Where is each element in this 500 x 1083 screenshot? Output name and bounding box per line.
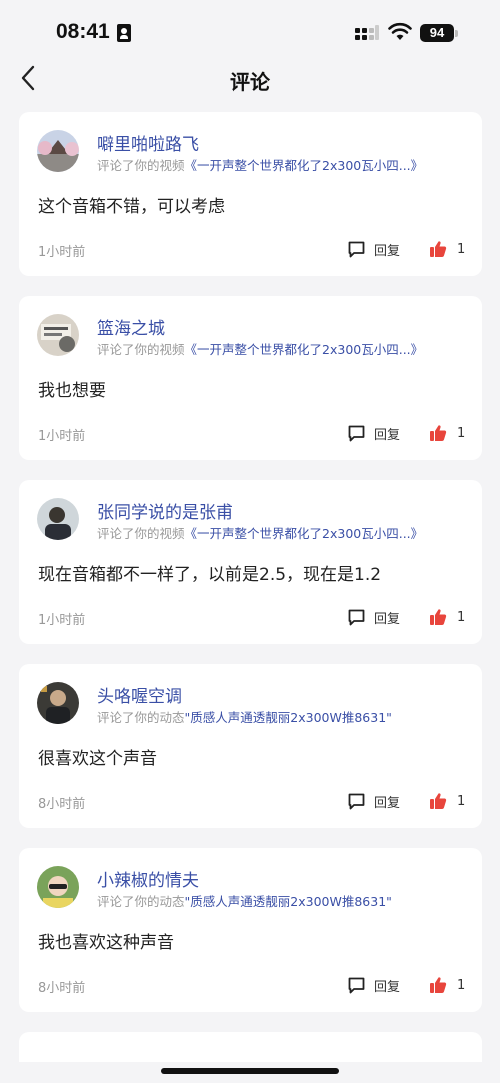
- page-title: 评论: [230, 70, 270, 94]
- activity-prefix: 评论了你的视频: [97, 342, 185, 357]
- reply-label: 回复: [374, 611, 401, 627]
- comment-card[interactable]: 篮海之城 评论了你的视频《一开声整个世界都化了2x300瓦小四...》 我也想要…: [19, 296, 482, 460]
- battery-icon: 94: [420, 24, 454, 42]
- post-link[interactable]: "质感人声通透靓丽2x300W推8631": [185, 894, 392, 909]
- reply-icon: [348, 241, 365, 257]
- reply-label: 回复: [374, 979, 401, 995]
- activity-line: 评论了你的视频《一开声整个世界都化了2x300瓦小四...》: [97, 523, 423, 542]
- thumbs-up-icon: [430, 793, 447, 809]
- activity-line: 评论了你的动态"质感人声通透靓丽2x300W推8631": [97, 891, 392, 910]
- like-count: 1: [457, 425, 466, 441]
- status-time: 08:41: [56, 20, 110, 43]
- status-bar: 08:41 94: [0, 0, 500, 62]
- comment-list: 噼里啪啦路飞 评论了你的视频《一开声整个世界都化了2x300瓦小四...》 这个…: [19, 112, 482, 1082]
- reply-button[interactable]: 回复: [347, 422, 400, 444]
- like-button[interactable]: 1: [429, 238, 465, 260]
- like-button[interactable]: 1: [429, 422, 465, 444]
- activity-line: 评论了你的视频《一开声整个世界都化了2x300瓦小四...》: [97, 339, 423, 358]
- comment-card[interactable]: 小辣椒的情夫 评论了你的动态"质感人声通透靓丽2x300W推8631" 我也喜欢…: [19, 848, 482, 1012]
- home-indicator[interactable]: [161, 1068, 339, 1074]
- comment-time: 1小时前: [38, 429, 86, 444]
- post-link[interactable]: "质感人声通透靓丽2x300W推8631": [185, 710, 392, 725]
- username[interactable]: 噼里啪啦路飞: [97, 130, 199, 155]
- reply-label: 回复: [374, 427, 401, 443]
- like-button[interactable]: 1: [429, 790, 465, 812]
- like-count: 1: [457, 609, 466, 625]
- comment-time: 8小时前: [38, 981, 86, 996]
- activity-prefix: 评论了你的视频: [97, 158, 185, 173]
- reply-button[interactable]: 回复: [347, 974, 400, 996]
- username[interactable]: 篮海之城: [97, 314, 165, 339]
- comment-card[interactable]: 噼里啪啦路飞 评论了你的视频《一开声整个世界都化了2x300瓦小四...》 这个…: [19, 112, 482, 276]
- reply-icon: [348, 977, 365, 993]
- video-link[interactable]: 《一开声整个世界都化了2x300瓦小四...》: [185, 342, 424, 357]
- id-card-icon: [117, 24, 131, 42]
- signal-icon: [355, 25, 379, 40]
- avatar[interactable]: [37, 682, 79, 724]
- video-link[interactable]: 《一开声整个世界都化了2x300瓦小四...》: [185, 526, 424, 541]
- reply-button[interactable]: 回复: [347, 790, 400, 812]
- comment-text: 这个音箱不错，可以考虑: [38, 197, 225, 217]
- reply-label: 回复: [374, 243, 401, 259]
- thumbs-up-icon: [430, 977, 447, 993]
- comment-card[interactable]: 头咯喔空调 评论了你的动态"质感人声通透靓丽2x300W推8631" 很喜欢这个…: [19, 664, 482, 828]
- comment-time: 1小时前: [38, 245, 86, 260]
- comment-text: 很喜欢这个声音: [38, 749, 157, 769]
- reply-button[interactable]: 回复: [347, 606, 400, 628]
- thumbs-up-icon: [430, 425, 447, 441]
- avatar[interactable]: [37, 314, 79, 356]
- comment-text: 我也想要: [38, 381, 106, 401]
- comment-card-partial[interactable]: [19, 1032, 482, 1062]
- like-count: 1: [457, 793, 466, 809]
- reply-icon: [348, 425, 365, 441]
- activity-prefix: 评论了你的动态: [97, 894, 185, 909]
- activity-line: 评论了你的动态"质感人声通透靓丽2x300W推8631": [97, 707, 392, 726]
- comment-time: 1小时前: [38, 613, 86, 628]
- avatar[interactable]: [37, 130, 79, 172]
- activity-prefix: 评论了你的视频: [97, 526, 185, 541]
- avatar[interactable]: [37, 498, 79, 540]
- thumbs-up-icon: [430, 609, 447, 625]
- wifi-icon: [388, 22, 412, 40]
- activity-prefix: 评论了你的动态: [97, 710, 185, 725]
- comment-text: 现在音箱都不一样了，以前是2.5，现在是1.2: [38, 565, 382, 585]
- comment-card[interactable]: 张同学说的是张甫 评论了你的视频《一开声整个世界都化了2x300瓦小四...》 …: [19, 480, 482, 644]
- like-button[interactable]: 1: [429, 974, 465, 996]
- reply-icon: [348, 609, 365, 625]
- like-count: 1: [457, 241, 466, 257]
- reply-label: 回复: [374, 795, 401, 811]
- nav-bar: 评论: [0, 62, 500, 96]
- like-count: 1: [457, 977, 466, 993]
- comment-text: 我也喜欢这种声音: [38, 933, 174, 953]
- video-link[interactable]: 《一开声整个世界都化了2x300瓦小四...》: [185, 158, 424, 173]
- thumbs-up-icon: [430, 241, 447, 257]
- comment-time: 8小时前: [38, 797, 86, 812]
- activity-line: 评论了你的视频《一开声整个世界都化了2x300瓦小四...》: [97, 155, 423, 174]
- reply-button[interactable]: 回复: [347, 238, 400, 260]
- username[interactable]: 小辣椒的情夫: [97, 866, 199, 891]
- avatar[interactable]: [37, 866, 79, 908]
- username[interactable]: 张同学说的是张甫: [97, 498, 233, 523]
- reply-icon: [348, 793, 365, 809]
- username[interactable]: 头咯喔空调: [97, 682, 182, 707]
- battery-cap: [455, 30, 458, 37]
- like-button[interactable]: 1: [429, 606, 465, 628]
